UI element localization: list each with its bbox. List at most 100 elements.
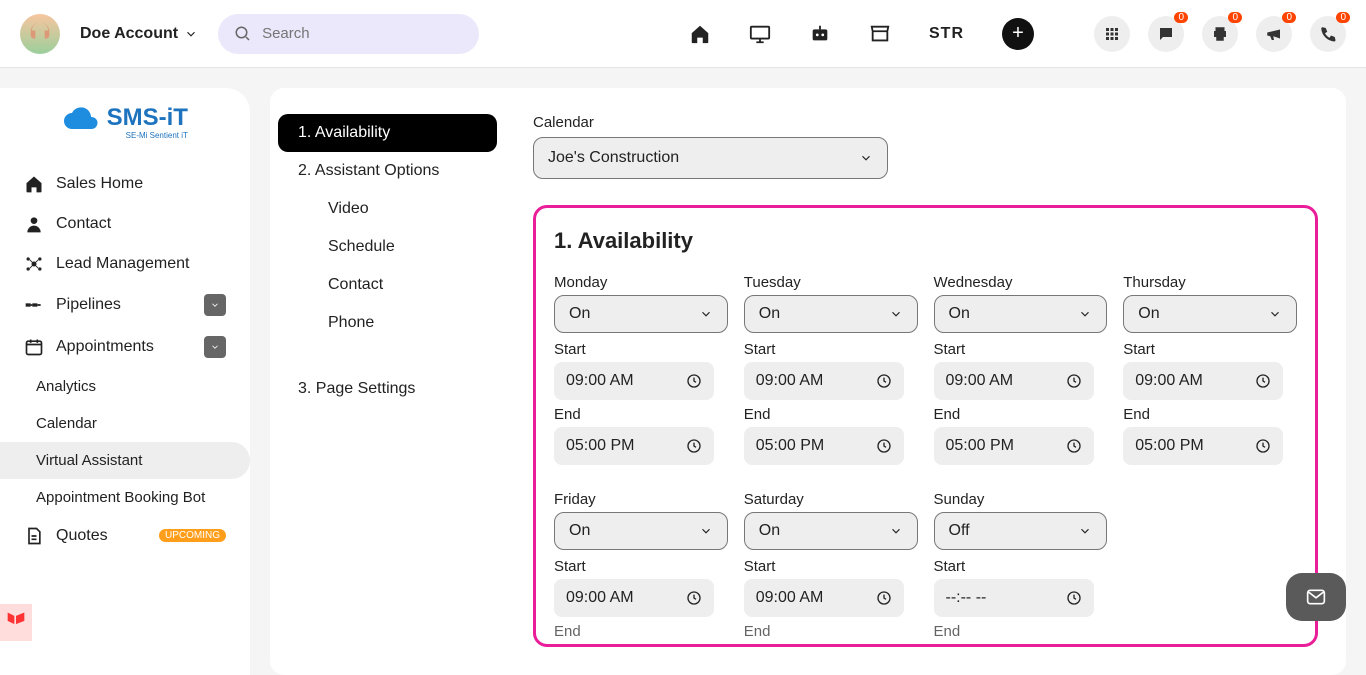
nav-label: Sales Home	[56, 175, 143, 193]
nav-calendar[interactable]: Calendar	[0, 405, 250, 442]
chat-button[interactable]: 0	[1148, 16, 1184, 52]
start-label: Start	[744, 341, 918, 358]
clock-icon	[1066, 438, 1082, 454]
subtab--availability[interactable]: 1. Availability	[278, 114, 497, 152]
end-label: End	[554, 623, 728, 640]
end-label: End	[1123, 406, 1297, 423]
nav-virtual-assistant[interactable]: Virtual Assistant	[0, 442, 250, 479]
end-time-input[interactable]: 05:00 PM	[1123, 427, 1283, 465]
calendar-select[interactable]: Joe's Construction	[533, 137, 888, 179]
end-label: End	[744, 406, 918, 423]
day-thursday: ThursdayOnStart09:00 AMEnd05:00 PM	[1123, 272, 1297, 471]
day-state-select[interactable]: On	[744, 295, 918, 333]
nav-appointment-booking-bot[interactable]: Appointment Booking Bot	[0, 479, 250, 516]
robot-icon[interactable]	[809, 23, 831, 45]
clock-icon	[1255, 373, 1271, 389]
laravel-icon	[0, 604, 32, 641]
expand-toggle[interactable]	[204, 294, 226, 316]
account-name: Doe Account	[80, 25, 178, 43]
sidebar: SMS-iT SE-Mi Sentient iT Sales Home Conta…	[0, 88, 250, 675]
headset-icon	[26, 20, 54, 48]
chat-badge: 0	[1174, 12, 1188, 23]
brand-logo[interactable]: SMS-iT SE-Mi Sentient iT	[0, 88, 250, 164]
nav-icon	[24, 214, 44, 234]
nav-label: Calendar	[36, 415, 97, 432]
day-state-select[interactable]: On	[744, 512, 918, 550]
nav-pipelines[interactable]: Pipelines	[0, 284, 250, 326]
nav-sales-home[interactable]: Sales Home	[0, 164, 250, 204]
day-name: Wednesday	[934, 274, 1108, 291]
expand-toggle[interactable]	[204, 336, 226, 358]
subtab--assistant-options[interactable]: 2. Assistant Options	[278, 152, 497, 190]
start-time-input[interactable]: --:-- --	[934, 579, 1094, 617]
nav-label: Analytics	[36, 378, 96, 395]
day-state-select[interactable]: On	[1123, 295, 1297, 333]
day-state-select[interactable]: On	[934, 295, 1108, 333]
day-state-select[interactable]: Off	[934, 512, 1108, 550]
end-label: End	[744, 623, 918, 640]
day-state-select[interactable]: On	[554, 512, 728, 550]
start-time-input[interactable]: 09:00 AM	[934, 362, 1094, 400]
print-button[interactable]: 0	[1202, 16, 1238, 52]
day-name: Tuesday	[744, 274, 918, 291]
end-time-input[interactable]: 05:00 PM	[934, 427, 1094, 465]
start-label: Start	[554, 341, 728, 358]
nav-contact[interactable]: Contact	[0, 204, 250, 244]
subtab-contact[interactable]: Contact	[278, 266, 497, 304]
search-input[interactable]	[260, 24, 463, 43]
start-time-input[interactable]: 09:00 AM	[554, 579, 714, 617]
day-monday: MondayOnStart09:00 AMEnd05:00 PM	[554, 272, 728, 471]
chat-widget[interactable]	[1286, 573, 1346, 621]
phone-button[interactable]: 0	[1310, 16, 1346, 52]
start-time-input[interactable]: 09:00 AM	[744, 362, 904, 400]
apps-button[interactable]	[1094, 16, 1130, 52]
announce-button[interactable]: 0	[1256, 16, 1292, 52]
start-label: Start	[934, 558, 1108, 575]
chat-icon	[1157, 25, 1175, 43]
day-name: Saturday	[744, 491, 918, 508]
calendar-value: Joe's Construction	[548, 149, 679, 167]
brand-name: SMS-iT	[107, 104, 188, 131]
subtab-phone[interactable]: Phone	[278, 304, 497, 342]
day-name: Friday	[554, 491, 728, 508]
store-icon[interactable]	[869, 23, 891, 45]
day-name: Sunday	[934, 491, 1108, 508]
start-time-input[interactable]: 09:00 AM	[554, 362, 714, 400]
start-time-input[interactable]: 09:00 AM	[744, 579, 904, 617]
monitor-icon[interactable]	[749, 23, 771, 45]
subtab--page-settings[interactable]: 3. Page Settings	[278, 370, 497, 408]
str-label[interactable]: STR	[929, 25, 964, 43]
day-wednesday: Wednesday On Start 09:00 AM End 05:00 PM	[934, 272, 1108, 471]
start-label: Start	[934, 341, 1108, 358]
availability-title: 1. Availability	[554, 228, 1297, 254]
home-icon[interactable]	[689, 23, 711, 45]
search-box[interactable]	[218, 14, 479, 54]
nav-label: Appointments	[56, 338, 154, 356]
end-label: End	[934, 623, 1108, 640]
add-button[interactable]: +	[1002, 18, 1034, 50]
printer-icon	[1211, 25, 1229, 43]
nav-appointments[interactable]: Appointments	[0, 326, 250, 368]
nav-lead-management[interactable]: Lead Management	[0, 244, 250, 284]
account-switcher[interactable]: Doe Account	[80, 25, 198, 43]
grid-icon	[1103, 25, 1121, 43]
end-label: End	[934, 406, 1108, 423]
availability-section: 1. Availability Monday On Start 09:00 AM End…	[533, 205, 1318, 647]
nav-quotes[interactable]: QuotesUPCOMING	[0, 516, 250, 556]
end-time-input[interactable]: 05:00 PM	[554, 427, 714, 465]
chevron-down-icon	[889, 307, 903, 321]
settings-subnav: 1. Availability2. Assistant OptionsVideo…	[270, 114, 505, 675]
top-bar: Doe Account STR + 0 0 0 0	[0, 0, 1366, 68]
top-center-icons: STR +	[689, 18, 1034, 50]
nav-analytics[interactable]: Analytics	[0, 368, 250, 405]
user-avatar[interactable]	[20, 14, 60, 54]
nav-icon	[24, 295, 44, 315]
nav-label: Contact	[56, 215, 111, 233]
subtab-schedule[interactable]: Schedule	[278, 228, 497, 266]
clock-icon	[686, 590, 702, 606]
end-time-input[interactable]: 05:00 PM	[744, 427, 904, 465]
day-name: Monday	[554, 274, 728, 291]
day-state-select[interactable]: On	[554, 295, 728, 333]
subtab-video[interactable]: Video	[278, 190, 497, 228]
start-time-input[interactable]: 09:00 AM	[1123, 362, 1283, 400]
